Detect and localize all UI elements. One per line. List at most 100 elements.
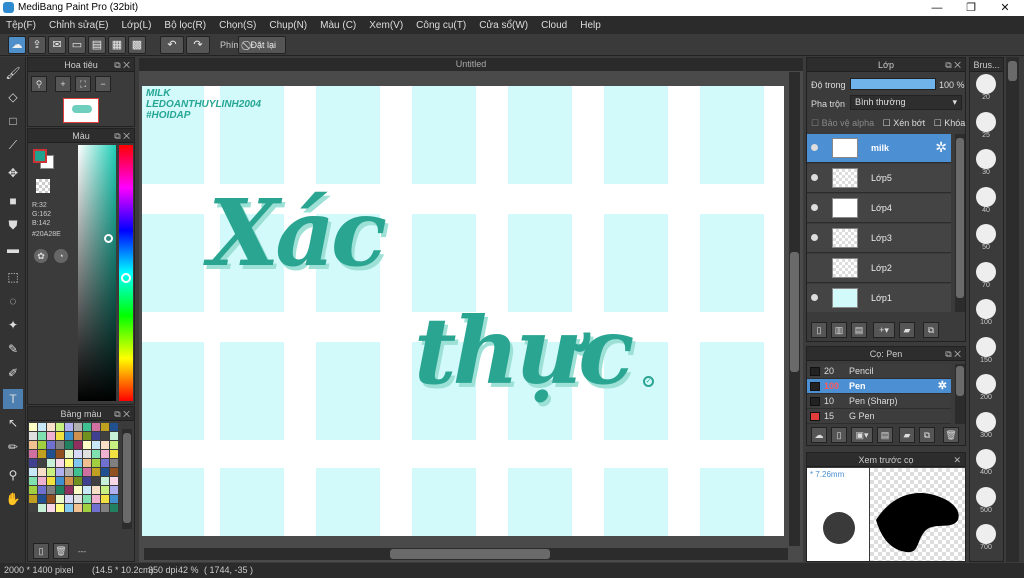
document-tab[interactable]: Untitled <box>139 58 803 71</box>
menu-view[interactable]: Xem(V) <box>369 20 403 31</box>
zoom-in-icon[interactable]: + <box>55 76 71 92</box>
canvas-vscrollbar[interactable] <box>789 72 800 546</box>
layer-row[interactable]: Lớp5 <box>807 164 951 193</box>
navigator-thumbnail[interactable] <box>63 98 99 123</box>
cloud-brush-icon[interactable]: ☁ <box>811 427 827 443</box>
palette-swatch[interactable] <box>65 504 73 512</box>
protect-alpha-checkbox[interactable]: ☐ <box>811 118 819 128</box>
palette-swatch[interactable] <box>56 423 64 431</box>
brush-size-option[interactable]: 300 <box>971 411 1001 439</box>
panel-close-icon[interactable]: ⧉ ✕ <box>945 58 961 72</box>
palette-swatch[interactable] <box>101 495 109 503</box>
move-icon[interactable]: ✥ <box>3 163 23 183</box>
folder-icon[interactable]: ▰ <box>899 322 915 338</box>
visibility-eye-icon[interactable] <box>811 204 818 211</box>
new-1bit-layer-icon[interactable]: ▤ <box>851 322 867 338</box>
palette-swatch[interactable] <box>101 468 109 476</box>
palette-swatch[interactable] <box>56 504 64 512</box>
brush-row[interactable]: 100 Pen ✲ <box>807 379 951 394</box>
brush-scrollbar[interactable] <box>955 364 965 424</box>
panel-close-icon[interactable]: ⧉ ✕ <box>114 58 130 72</box>
menu-window[interactable]: Cửa sổ(W) <box>479 20 528 31</box>
palette-swatch[interactable] <box>56 486 64 494</box>
palette-swatch[interactable] <box>101 504 109 512</box>
select-rect-icon[interactable]: ⬚ <box>3 267 23 287</box>
brush-size-option[interactable]: 50 <box>971 224 1001 251</box>
palette-swatch[interactable] <box>83 495 91 503</box>
palette-swatch[interactable] <box>110 495 118 503</box>
palette-swatch[interactable] <box>74 477 82 485</box>
settings-gear-icon[interactable]: ✲ <box>938 379 947 394</box>
palette-swatch[interactable] <box>65 441 73 449</box>
add-layer-menu-icon[interactable]: +▾ <box>873 322 895 338</box>
layer-row[interactable]: milk ✲ <box>807 134 951 163</box>
palette-swatch[interactable] <box>47 450 55 458</box>
palette-swatch[interactable] <box>65 486 73 494</box>
brush-size-option[interactable]: 400 <box>971 449 1001 476</box>
palette-swatch[interactable] <box>92 441 100 449</box>
palette-swatch[interactable] <box>29 477 37 485</box>
menu-layer[interactable]: Lớp(L) <box>122 20 152 31</box>
palette-swatch[interactable] <box>56 432 64 440</box>
palette-swatch[interactable] <box>29 432 37 440</box>
panel-close-icon[interactable]: ⧉ ✕ <box>945 347 961 361</box>
visibility-eye-icon[interactable] <box>811 174 818 181</box>
palette-swatch[interactable] <box>47 432 55 440</box>
maximize-button[interactable]: ❐ <box>954 0 988 16</box>
layer-scrollbar[interactable] <box>955 134 965 312</box>
palette-swatch[interactable] <box>38 504 46 512</box>
palette-swatch[interactable] <box>101 459 109 467</box>
palette-swatch[interactable] <box>65 468 73 476</box>
menu-snap[interactable]: Chụp(N) <box>269 20 307 31</box>
brush-size-option[interactable]: 700 <box>971 524 1001 551</box>
transparent-swatch[interactable] <box>36 179 50 193</box>
palette-swatch[interactable] <box>83 468 91 476</box>
palette-swatch[interactable] <box>74 504 82 512</box>
brush-size-option[interactable]: 100 <box>971 299 1001 326</box>
palette-swatch[interactable] <box>101 486 109 494</box>
menu-edit[interactable]: Chỉnh sửa(E) <box>49 20 109 31</box>
brush-size-option[interactable]: 150 <box>971 336 1001 364</box>
color-picker-icon[interactable]: ◔ <box>54 249 68 263</box>
layer-row[interactable]: Lớp2 <box>807 254 951 283</box>
hand-icon[interactable]: ✋ <box>3 489 23 509</box>
cloud-icon[interactable]: ☁ <box>8 36 26 54</box>
brush-size-option[interactable]: 200 <box>971 374 1001 401</box>
zoom-out-icon[interactable]: − <box>95 76 111 92</box>
palette-swatch[interactable] <box>92 486 100 494</box>
palette-swatch[interactable] <box>110 459 118 467</box>
palette-swatch[interactable] <box>74 423 82 431</box>
layer-row[interactable]: Lớp3 <box>807 224 951 253</box>
undo-icon[interactable]: ↶ <box>160 36 184 54</box>
palette-swatch[interactable] <box>29 504 37 512</box>
palette-swatch[interactable] <box>92 423 100 431</box>
delete-brush-icon[interactable]: 🗑 <box>943 427 959 443</box>
palette-swatch[interactable] <box>101 432 109 440</box>
palette-swatch[interactable] <box>65 495 73 503</box>
palette-swatch[interactable] <box>92 459 100 467</box>
canvas-vscroll-thumb[interactable] <box>790 252 799 372</box>
palette-swatch[interactable] <box>29 495 37 503</box>
blend-select[interactable]: Bình thường ▾ <box>850 95 962 110</box>
palette-swatch[interactable] <box>38 459 46 467</box>
palette-swatch[interactable] <box>47 468 55 476</box>
palette-swatch[interactable] <box>29 441 37 449</box>
palette-swatch[interactable] <box>74 441 82 449</box>
palette-swatch[interactable] <box>65 477 73 485</box>
fill-rect-icon[interactable]: ■ <box>3 191 23 211</box>
palette-swatch[interactable] <box>65 459 73 467</box>
menu-filter[interactable]: Bộ lọc(R) <box>164 20 206 31</box>
palette-swatch[interactable] <box>38 468 46 476</box>
palette-swatch[interactable] <box>56 450 64 458</box>
panel-close-icon[interactable]: ⧉ ✕ <box>114 407 130 421</box>
delete-palette-icon[interactable]: 🗑 <box>53 543 69 559</box>
menu-select[interactable]: Chọn(S) <box>219 20 256 31</box>
brush-settings-icon[interactable]: ▤ <box>877 427 893 443</box>
palette-swatch[interactable] <box>74 459 82 467</box>
blur-icon[interactable]: ✏ <box>3 437 23 457</box>
saturation-value-area[interactable] <box>78 145 116 401</box>
palette-swatch[interactable] <box>47 423 55 431</box>
lasso-icon[interactable]: ◌ <box>3 291 23 311</box>
palette-swatch[interactable] <box>83 504 91 512</box>
palette-swatch[interactable] <box>83 450 91 458</box>
